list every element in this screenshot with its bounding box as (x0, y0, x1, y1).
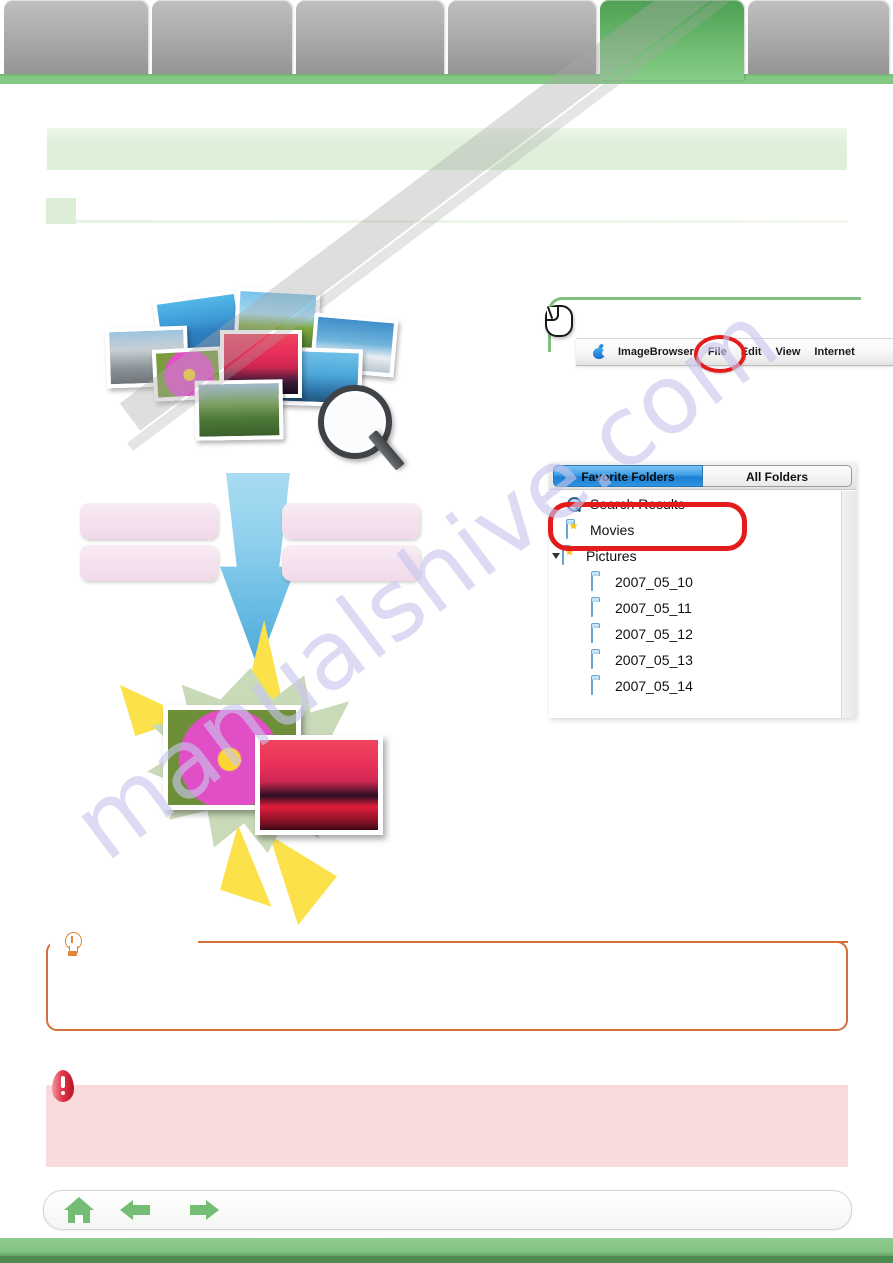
tip-box-rule (198, 941, 848, 943)
tab-6[interactable] (748, 0, 889, 74)
tab-4[interactable] (448, 0, 596, 74)
file-menu-highlight-circle (694, 335, 746, 373)
caution-icon (52, 1070, 74, 1102)
forward-arrow-icon[interactable] (186, 1200, 220, 1220)
tab-favorite-folders[interactable]: Favorite Folders (553, 465, 703, 487)
tree-item-label: 2007_05_10 (615, 574, 693, 590)
home-icon[interactable] (64, 1197, 94, 1223)
folder-icon (591, 625, 609, 643)
result-photo-sunset (255, 735, 383, 835)
magnifier-icon (318, 385, 408, 475)
folder-panel-scrollbar[interactable] (841, 491, 856, 718)
section-rule (76, 220, 848, 223)
tree-item-folder[interactable]: 2007_05_14 (549, 673, 856, 699)
section-marker (46, 198, 76, 224)
tree-item-label: 2007_05_12 (615, 626, 693, 642)
menu-item-internet[interactable]: Internet (814, 346, 854, 358)
menu-item-view[interactable]: View (776, 346, 801, 358)
tree-item-folder[interactable]: 2007_05_12 (549, 621, 856, 647)
page-title-banner (47, 128, 847, 170)
section-heading (46, 198, 848, 224)
folder-icon (591, 677, 609, 695)
search-results-burst (115, 620, 425, 925)
search-illustration (60, 275, 490, 935)
footer-dark-bar (0, 1256, 893, 1263)
lightbulb-icon (62, 932, 84, 960)
search-criteria-label-3 (80, 545, 218, 581)
thumb-photo-cyclists (194, 379, 284, 441)
tree-item-folder[interactable]: 2007_05_11 (549, 595, 856, 621)
tab-1[interactable] (4, 0, 148, 74)
menubar-app-name: ImageBrowser (618, 346, 694, 358)
tip-box (46, 941, 848, 1031)
footer-green-bar (0, 1238, 893, 1257)
folder-icon (591, 599, 609, 617)
footer-navigation-bar (43, 1190, 852, 1230)
manual-page: ImageBrowser File Edit View Internet Fav… (0, 0, 893, 1263)
tab-5-active[interactable] (600, 0, 744, 80)
tree-item-label: 2007_05_13 (615, 652, 693, 668)
tree-item-label: 2007_05_14 (615, 678, 693, 694)
apple-logo-icon (593, 343, 608, 359)
folder-panel-tabbar: Favorite Folders All Folders (549, 462, 856, 490)
folder-icon (591, 651, 609, 669)
mouse-icon (540, 302, 574, 337)
folder-panel: Favorite Folders All Folders Search Resu… (549, 462, 856, 718)
tree-item-label: 2007_05_11 (615, 600, 692, 616)
tab-all-folders[interactable]: All Folders (703, 465, 852, 487)
tab-2[interactable] (152, 0, 292, 74)
tree-item-folder[interactable]: 2007_05_13 (549, 647, 856, 673)
top-tab-strip (0, 0, 893, 84)
back-arrow-icon[interactable] (120, 1200, 154, 1220)
tree-item-folder[interactable]: 2007_05_10 (549, 569, 856, 595)
tab-3[interactable] (296, 0, 444, 74)
search-criteria-label-2 (282, 503, 420, 539)
search-results-highlight-circle (548, 502, 747, 551)
chevron-down-icon[interactable] (552, 553, 560, 559)
folder-icon (591, 573, 609, 591)
tab-underline-bar (0, 74, 893, 84)
search-criteria-label-1 (80, 503, 218, 539)
caution-box (46, 1085, 848, 1167)
search-criteria-label-4 (282, 545, 420, 581)
